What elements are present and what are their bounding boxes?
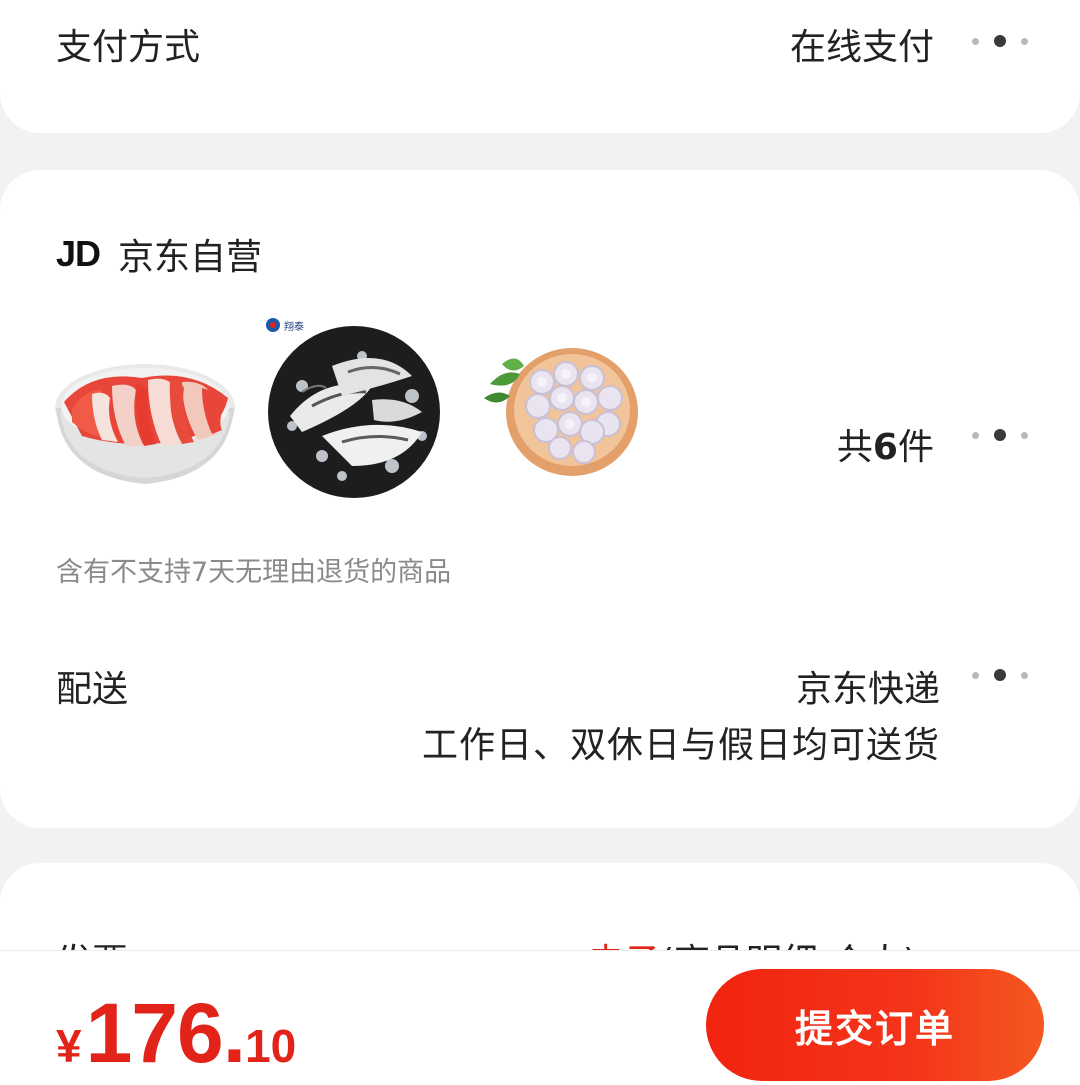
payment-value: 在线支付 — [789, 27, 934, 68]
total-price: ¥ 176. 10 — [56, 985, 296, 1082]
price-decimal: 10 — [245, 1020, 297, 1072]
product-count[interactable]: 共6件 — [837, 418, 934, 470]
payment-label: 支付方式 — [56, 27, 201, 68]
count-suffix: 件 — [897, 427, 934, 468]
product-brand-text: 翔泰 — [284, 320, 304, 333]
delivery-method[interactable]: 京东快递 — [796, 660, 940, 712]
product-thumb-fish[interactable]: 翔泰 — [262, 316, 446, 500]
product-thumb-beef[interactable] — [52, 350, 238, 490]
more-dots-icon[interactable] — [972, 668, 1028, 682]
product-thumb-shrimp[interactable] — [480, 340, 640, 480]
currency-symbol: ¥ — [56, 1020, 82, 1072]
jd-logo-icon: JD — [56, 233, 101, 274]
checkout-page: 支付方式 在线支付 JD 京东自营 翔泰 共6件 含有不支持7天无理由退货的商品… — [0, 0, 1080, 1085]
return-notice: 含有不支持7天无理由退货的商品 — [56, 557, 452, 588]
bottom-bar: ¥ 176. 10 提交订单 — [0, 950, 1080, 1085]
delivery-label: 配送 — [56, 669, 129, 710]
payment-row[interactable]: 支付方式 在线支付 — [0, 18, 1080, 68]
shop-header: JD 京东自营 — [56, 228, 262, 280]
submit-order-button[interactable]: 提交订单 — [706, 969, 1044, 1081]
payment-card: 支付方式 在线支付 — [0, 0, 1080, 133]
count-prefix: 共 — [836, 427, 873, 468]
price-integer: 176. — [85, 986, 246, 1080]
order-card: JD 京东自营 翔泰 共6件 含有不支持7天无理由退货的商品 配送 京东快递 工… — [0, 170, 1080, 828]
count-number: 6 — [872, 427, 898, 468]
more-dots-icon[interactable] — [972, 428, 1028, 442]
shop-name: 京东自营 — [118, 237, 263, 278]
more-dots-icon[interactable] — [972, 34, 1028, 48]
delivery-schedule: 工作日、双休日与假日均可送货 — [421, 725, 940, 766]
